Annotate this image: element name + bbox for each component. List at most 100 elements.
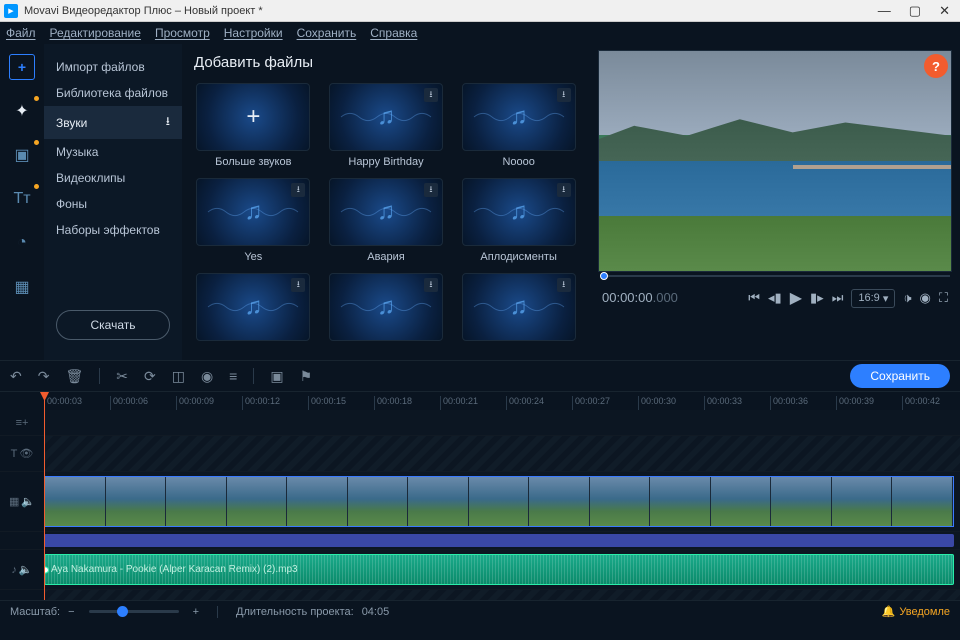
close-icon[interactable]: ✕ xyxy=(939,3,950,19)
zoom-in-icon[interactable]: + xyxy=(193,606,199,618)
menu-settings[interactable]: Настройки xyxy=(224,26,283,40)
statusbar: Масштаб: − + Длительность проекта: 04:05… xyxy=(0,600,960,622)
track-row-spacer xyxy=(0,590,960,600)
audio-track-lane[interactable]: Aya Nakamura - Pookie (Alper Karacan Rem… xyxy=(44,550,960,589)
sidebar-item-videoclips[interactable]: Видеоклипы xyxy=(44,165,182,191)
app-icon xyxy=(4,4,18,18)
link-clip[interactable] xyxy=(44,534,954,547)
tile-thumb[interactable] xyxy=(196,83,310,151)
video-clip[interactable] xyxy=(44,476,954,527)
video-track-lane[interactable] xyxy=(44,472,960,531)
maximize-icon[interactable]: ▢ xyxy=(909,3,921,19)
sidebar-item-import[interactable]: Импорт файлов xyxy=(44,54,182,80)
notification-button[interactable]: 🔔 Уведомле xyxy=(882,605,950,618)
download-icon: ⭳ xyxy=(166,112,170,133)
audio-clip[interactable]: Aya Nakamura - Pookie (Alper Karacan Rem… xyxy=(44,554,954,585)
skip-end-icon[interactable]: ⏭ xyxy=(832,290,844,306)
more-tab-icon[interactable]: ▦ xyxy=(9,274,35,300)
help-button[interactable]: ? xyxy=(924,54,948,78)
sidebar-item-effect-packs[interactable]: Наборы эффектов xyxy=(44,217,182,243)
video-preview[interactable] xyxy=(598,50,952,272)
rotate-icon[interactable]: ⟳ xyxy=(144,368,156,385)
download-button[interactable]: Скачать xyxy=(56,310,170,340)
download-icon[interactable]: ⭳ xyxy=(557,278,571,292)
sound-tile: ♫⭳ Yes xyxy=(194,178,313,263)
redo-icon[interactable]: ↷ xyxy=(38,368,50,385)
crop-icon[interactable]: ◫ xyxy=(172,368,185,385)
sidebar: Импорт файлов Библиотека файлов Звуки ⭳ … xyxy=(44,44,182,360)
record-icon[interactable]: ▣ xyxy=(270,368,283,385)
tile-thumb[interactable]: ♫⭳ xyxy=(462,178,576,246)
zoom-out-icon[interactable]: − xyxy=(68,606,74,618)
titles-tab-icon[interactable]: Tᴛ xyxy=(9,186,35,212)
sidebar-item-library[interactable]: Библиотека файлов xyxy=(44,80,182,106)
step-fwd-icon[interactable]: ▮▸ xyxy=(810,290,824,306)
ruler-tick: 00:00:36 xyxy=(770,396,836,410)
fullscreen-icon[interactable]: ⛶ xyxy=(939,290,948,306)
timeline-ruler[interactable]: 00:00:0300:00:0600:00:0900:00:1200:00:15… xyxy=(0,392,960,410)
volume-icon[interactable]: 🕩 xyxy=(903,290,911,306)
menu-help[interactable]: Справка xyxy=(370,26,417,40)
adjust-icon[interactable]: ≡ xyxy=(229,368,237,384)
sidebar-item-sounds[interactable]: Звуки ⭳ xyxy=(44,106,182,139)
aspect-selector[interactable]: 16:9 ▾ xyxy=(851,289,895,308)
ruler-tick: 00:00:12 xyxy=(242,396,308,410)
save-button[interactable]: Сохранить xyxy=(850,364,950,388)
zoom-thumb[interactable] xyxy=(117,606,128,617)
add-track-button[interactable]: ≡+ xyxy=(0,417,44,429)
clip-frame xyxy=(771,477,832,526)
tile-thumb[interactable]: ♫⭳ xyxy=(329,83,443,151)
effects-tab-icon[interactable]: ✦ xyxy=(9,98,35,124)
tile-thumb[interactable]: ♫⭳ xyxy=(462,83,576,151)
playhead-line[interactable] xyxy=(44,410,45,600)
title-track-head[interactable]: T👁 xyxy=(0,447,44,460)
sound-tile: ♫⭳Happy Birthday xyxy=(327,83,446,168)
sidebar-item-backgrounds[interactable]: Фоны xyxy=(44,191,182,217)
download-icon[interactable]: ⭳ xyxy=(557,183,571,197)
download-icon[interactable]: ⭳ xyxy=(424,88,438,102)
audio-track-head[interactable]: ♪🔈 xyxy=(0,563,44,576)
undo-icon[interactable]: ↶ xyxy=(10,368,22,385)
transitions-tab-icon[interactable]: ▣ xyxy=(9,142,35,168)
mute-icon[interactable]: 🔈 xyxy=(19,563,33,576)
scrub-bar[interactable] xyxy=(598,272,952,280)
tile-thumb[interactable]: ♫⭳ xyxy=(329,273,443,341)
clip-frame xyxy=(166,477,227,526)
menu-view[interactable]: Просмотр xyxy=(155,26,210,40)
skip-start-icon[interactable]: ⏮ xyxy=(748,290,760,306)
tile-thumb[interactable]: ♫⭳ xyxy=(329,178,443,246)
tile-thumb[interactable]: ♫⭳ xyxy=(196,273,310,341)
download-icon[interactable]: ⭳ xyxy=(291,278,305,292)
link-track-lane[interactable] xyxy=(44,532,960,549)
download-icon[interactable]: ⭳ xyxy=(424,183,438,197)
visibility-icon[interactable]: 👁 xyxy=(19,447,33,460)
download-icon[interactable]: ⭳ xyxy=(291,183,305,197)
snapshot-icon[interactable]: ◉ xyxy=(920,290,931,306)
video-track-head[interactable]: ▦🔈 xyxy=(0,495,44,508)
color-icon[interactable]: ◉ xyxy=(201,368,213,385)
track-row-audio: ♪🔈 Aya Nakamura - Pookie (Alper Karacan … xyxy=(0,550,960,590)
menu-edit[interactable]: Редактирование xyxy=(50,26,141,40)
sound-tile: ♫⭳Авария xyxy=(327,178,446,263)
step-back-icon[interactable]: ◂▮ xyxy=(768,290,782,306)
zoom-slider[interactable] xyxy=(89,610,179,613)
stickers-tab-icon[interactable]: ◔ xyxy=(9,230,35,256)
title-track-lane[interactable] xyxy=(44,436,960,471)
marker-icon[interactable]: ⚑ xyxy=(300,368,313,385)
import-tab-icon[interactable]: + xyxy=(9,54,35,80)
minimize-icon[interactable]: — xyxy=(878,3,891,19)
tile-label: Yes xyxy=(244,251,262,263)
menu-file[interactable]: Файл xyxy=(6,26,36,40)
cut-icon[interactable]: ✂ xyxy=(116,368,128,385)
sidebar-item-music[interactable]: Музыка xyxy=(44,139,182,165)
delete-icon[interactable]: 🗑 xyxy=(65,368,83,385)
download-icon[interactable]: ⭳ xyxy=(557,88,571,102)
menu-save[interactable]: Сохранить xyxy=(297,26,357,40)
playhead[interactable] xyxy=(44,392,45,410)
mute-icon[interactable]: 🔈 xyxy=(21,495,35,508)
scrub-handle[interactable] xyxy=(600,272,608,280)
play-icon[interactable]: ▶ xyxy=(790,288,802,308)
download-icon[interactable]: ⭳ xyxy=(424,278,438,292)
tile-thumb[interactable]: ♫⭳ xyxy=(196,178,310,246)
tile-thumb[interactable]: ♫⭳ xyxy=(462,273,576,341)
